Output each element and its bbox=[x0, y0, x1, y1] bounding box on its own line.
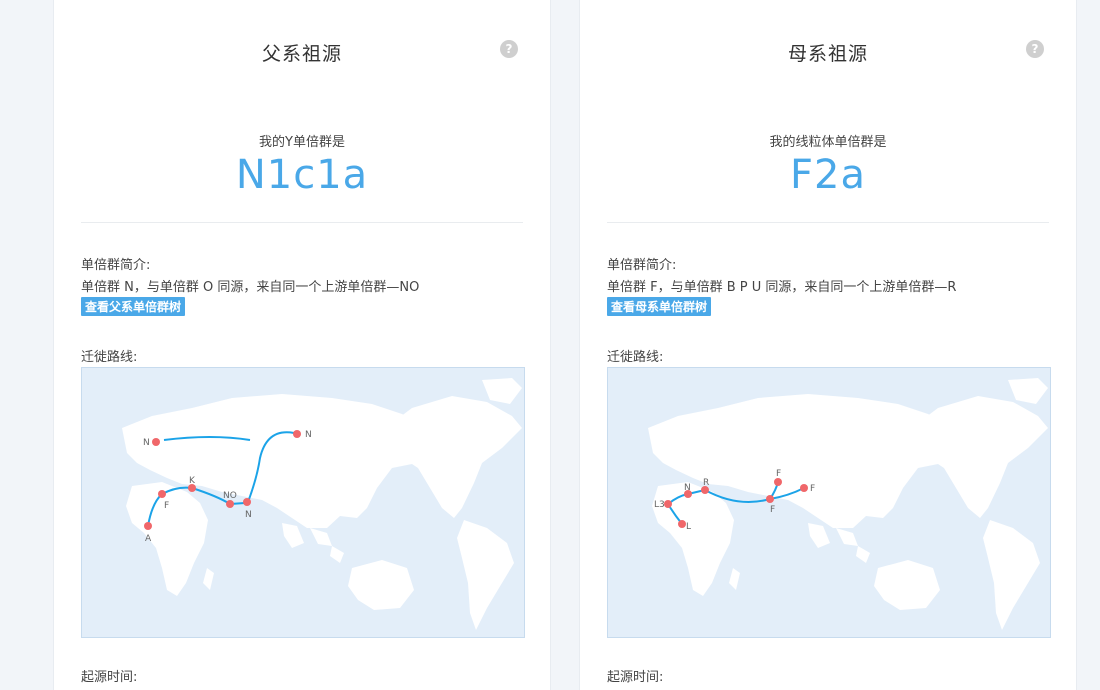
haplogroup-label: 我的Y单倍群是 bbox=[259, 135, 345, 150]
point-label: N bbox=[305, 430, 312, 440]
africa-landmass bbox=[126, 482, 208, 596]
migration-map: L L3 N R F F F bbox=[607, 367, 1051, 638]
origin-label: 起源时间: bbox=[81, 670, 138, 685]
world-map: L L3 N R F F F bbox=[648, 378, 1048, 630]
haplogroup-label: 我的线粒体单倍群是 bbox=[769, 135, 887, 150]
south-america-landmass bbox=[457, 520, 514, 630]
paternal-title: 父系祖源 bbox=[261, 43, 342, 65]
point-label: F bbox=[164, 501, 169, 511]
point-label: A bbox=[145, 534, 152, 544]
origin-label: 起源时间: bbox=[607, 670, 664, 685]
map-point bbox=[293, 430, 301, 438]
paternal-card: 父系祖源 ? 我的Y单倍群是 N1c1a 单倍群简介: 单倍群 N，与单倍群 O… bbox=[53, 0, 551, 690]
route-label: 迁徙路线: bbox=[81, 350, 138, 365]
help-icon[interactable]: ? bbox=[1026, 40, 1044, 58]
point-label: F bbox=[776, 469, 781, 479]
help-icon[interactable]: ? bbox=[500, 40, 518, 58]
point-label: N bbox=[143, 438, 150, 448]
migration-map: A F K NO N N N bbox=[81, 367, 525, 638]
intro-heading: 单倍群简介: bbox=[81, 258, 151, 273]
intro-text: 单倍群 N，与单倍群 O 同源，来自同一个上游单倍群—NO bbox=[81, 280, 420, 295]
divider bbox=[607, 222, 1049, 223]
map-point bbox=[678, 520, 686, 528]
australia-landmass bbox=[874, 560, 940, 610]
australia-landmass bbox=[348, 560, 414, 610]
intro-heading: 单倍群简介: bbox=[607, 258, 677, 273]
map-point bbox=[800, 484, 808, 492]
view-paternal-tree-button[interactable]: 查看父系单倍群树 bbox=[81, 297, 186, 316]
intro-text: 单倍群 F，与单倍群 B P U 同源，来自同一个上游单倍群—R bbox=[607, 280, 957, 295]
map-point bbox=[664, 500, 672, 508]
haplogroup-value: F2a bbox=[790, 152, 866, 198]
map-point bbox=[226, 500, 234, 508]
map-point bbox=[144, 522, 152, 530]
point-label: N bbox=[684, 483, 691, 493]
point-label: F bbox=[810, 484, 815, 494]
map-point bbox=[158, 490, 166, 498]
point-label: N bbox=[245, 510, 252, 520]
divider bbox=[81, 222, 523, 223]
world-map: A F K NO N N N bbox=[122, 378, 522, 630]
map-point bbox=[152, 438, 160, 446]
route-label: 迁徙路线: bbox=[607, 350, 664, 365]
maternal-card: 母系祖源 ? 我的线粒体单倍群是 F2a 单倍群简介: 单倍群 F，与单倍群 B… bbox=[579, 0, 1077, 690]
haplogroup-value: N1c1a bbox=[235, 152, 369, 198]
map-point bbox=[243, 498, 251, 506]
south-america-landmass bbox=[983, 520, 1040, 630]
map-point bbox=[774, 478, 782, 486]
view-maternal-tree-button[interactable]: 查看母系单倍群树 bbox=[607, 297, 712, 316]
map-point bbox=[766, 495, 774, 503]
maternal-title: 母系祖源 bbox=[787, 43, 868, 65]
point-label: L3 bbox=[654, 500, 665, 510]
point-label: F bbox=[770, 505, 775, 515]
point-label: L bbox=[686, 522, 691, 532]
point-label: R bbox=[703, 478, 709, 488]
point-label: NO bbox=[223, 491, 237, 501]
